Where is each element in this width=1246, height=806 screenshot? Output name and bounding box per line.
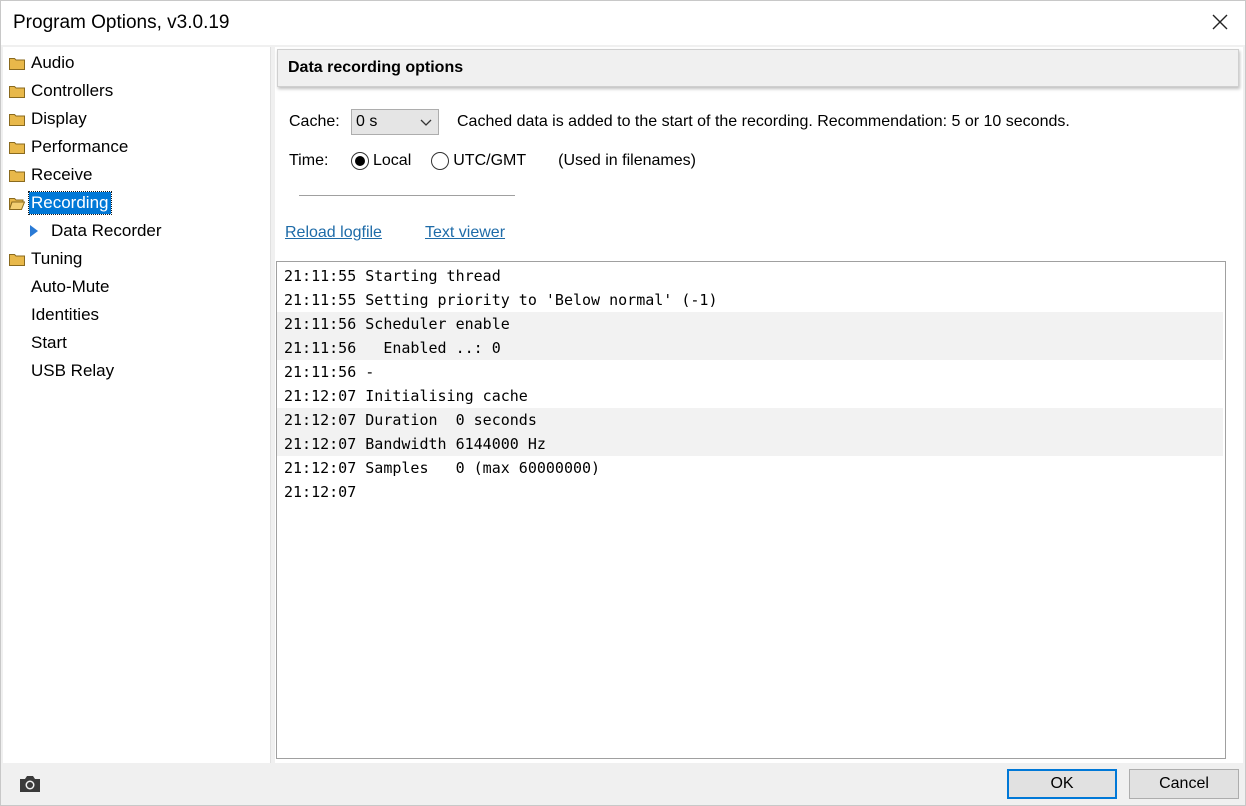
log-line: 21:12:07 Bandwidth 6144000 Hz — [277, 432, 1223, 456]
panel-header: Data recording options — [277, 49, 1239, 87]
ok-button[interactable]: OK — [1007, 769, 1117, 799]
tree-item-audio[interactable]: Audio — [3, 50, 76, 76]
cache-select[interactable]: 0 s — [351, 109, 439, 135]
text-viewer-link[interactable]: Text viewer — [425, 224, 505, 242]
log-line: 21:12:07 Duration 0 seconds — [277, 408, 1223, 432]
tree-item-label: Controllers — [31, 81, 114, 100]
tree-item-label: Tuning — [31, 249, 83, 268]
radio-local[interactable]: Local — [351, 152, 411, 170]
tree-item-receive[interactable]: Receive — [3, 162, 94, 188]
screenshot-button[interactable] — [19, 775, 41, 798]
tree-item-label: Receive — [31, 165, 93, 184]
divider — [299, 195, 515, 196]
reload-logfile-link[interactable]: Reload logfile — [285, 224, 382, 242]
tree-item-tuning[interactable]: Tuning — [3, 246, 84, 272]
tree-item-label: Start — [31, 333, 67, 352]
folder-icon — [9, 170, 25, 182]
cache-hint: Cached data is added to the start of the… — [457, 113, 1070, 130]
program-options-window: Program Options, v3.0.19 Audio Controlle… — [0, 0, 1246, 806]
tree-item-display[interactable]: Display — [3, 106, 89, 132]
tree-item-recording[interactable]: Recording — [3, 190, 112, 216]
log-line: 21:12:07 Samples 0 (max 60000000) — [284, 459, 601, 477]
camera-icon — [20, 776, 40, 792]
folder-icon — [9, 254, 25, 266]
triangle-right-icon — [29, 225, 49, 237]
folder-icon — [9, 86, 25, 98]
time-label: Time: — [289, 152, 329, 169]
options-tree: Audio Controllers Display Performance Re… — [3, 47, 271, 763]
tree-item-start[interactable]: Start — [3, 330, 69, 356]
title-bar: Program Options, v3.0.19 — [1, 1, 1245, 45]
cache-label: Cache: — [289, 113, 340, 130]
tree-item-label: Performance — [31, 137, 129, 156]
window-title: Program Options, v3.0.19 — [13, 12, 230, 33]
tree-item-label: Data Recorder — [51, 221, 162, 240]
close-button[interactable] — [1205, 7, 1235, 37]
tree-item-identities[interactable]: Identities — [3, 302, 101, 328]
folder-open-icon — [9, 198, 25, 210]
tree-item-label: Identities — [31, 305, 100, 324]
chevron-down-icon — [420, 119, 432, 126]
radio-utc-label: UTC/GMT — [453, 152, 527, 169]
radio-utc[interactable]: UTC/GMT — [431, 152, 526, 170]
radio-circle — [351, 152, 369, 170]
folder-icon — [9, 58, 25, 70]
log-line: 21:11:56 - — [284, 363, 375, 381]
log-line: 21:12:07 Initialising cache — [284, 387, 528, 405]
radio-circle — [431, 152, 450, 170]
folder-icon — [9, 142, 25, 154]
tree-item-label: Audio — [31, 53, 75, 72]
log-line: 21:11:55 Starting thread — [284, 267, 501, 285]
tree-item-label: Auto-Mute — [31, 277, 110, 296]
time-row: Time: Local UTC/GMT (Used in filenames) — [289, 152, 696, 170]
tree-item-label: USB Relay — [31, 361, 115, 380]
options-panel: Data recording options Cache: 0 s Cached… — [275, 47, 1243, 763]
tree-item-label: Recording — [28, 191, 112, 215]
tree-item-controllers[interactable]: Controllers — [3, 78, 115, 104]
close-icon — [1212, 14, 1228, 30]
tree-item-label: Display — [31, 109, 87, 128]
log-view[interactable]: 21:11:55 Starting thread 21:11:55 Settin… — [276, 261, 1226, 759]
log-line: 21:11:55 Setting priority to 'Below norm… — [284, 291, 718, 309]
log-line: 21:11:56 Enabled ..: 0 — [277, 336, 1223, 360]
panel-title: Data recording options — [288, 59, 464, 76]
radio-local-label: Local — [373, 152, 412, 169]
dialog-footer: OK Cancel — [1, 763, 1245, 805]
tree-item-usb-relay[interactable]: USB Relay — [3, 358, 116, 384]
cache-value: 0 s — [356, 113, 378, 130]
log-line: 21:11:56 Scheduler enable — [277, 312, 1223, 336]
cancel-button[interactable]: Cancel — [1129, 769, 1239, 799]
tree-item-performance[interactable]: Performance — [3, 134, 130, 160]
cache-row: Cache: 0 s Cached data is added to the s… — [289, 109, 1070, 135]
tree-item-data-recorder[interactable]: Data Recorder — [3, 218, 164, 244]
log-line: 21:12:07 — [284, 483, 357, 501]
tree-item-auto-mute[interactable]: Auto-Mute — [3, 274, 111, 300]
time-note: (Used in filenames) — [558, 152, 696, 169]
folder-icon — [9, 114, 25, 126]
